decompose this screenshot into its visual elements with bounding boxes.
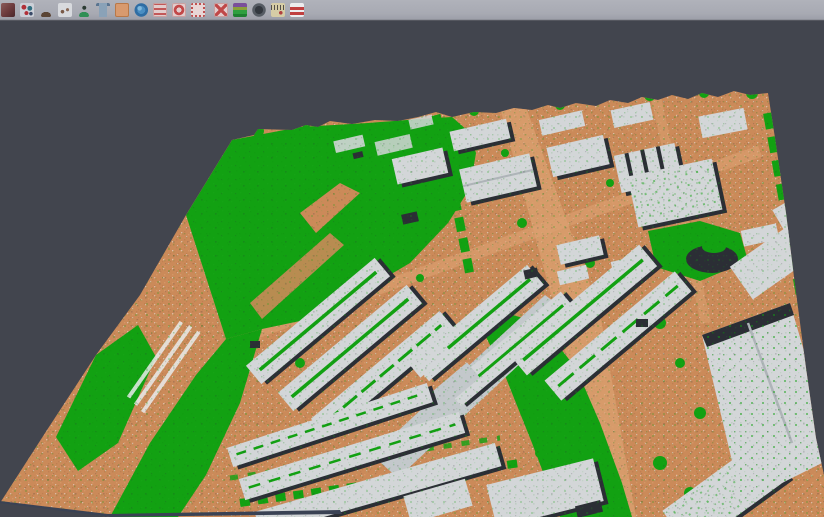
- open-project-icon[interactable]: [1, 3, 15, 17]
- profile-view-icon[interactable]: [96, 3, 110, 17]
- viewport-3d[interactable]: [0, 23, 824, 517]
- camera-view-icon[interactable]: [252, 3, 266, 17]
- target-circle-icon[interactable]: [172, 3, 186, 17]
- sparse-points-icon[interactable]: [58, 3, 72, 17]
- dem-surface-icon[interactable]: [77, 3, 91, 17]
- measure-ticks-icon[interactable]: [271, 3, 285, 17]
- classify-colors-icon[interactable]: [233, 3, 247, 17]
- clip-cross-icon[interactable]: [214, 3, 228, 17]
- point-cloud-icon[interactable]: [20, 3, 34, 17]
- layer-lines-icon[interactable]: [153, 3, 167, 17]
- bounding-box-icon[interactable]: [191, 3, 205, 17]
- scene-canvas[interactable]: [0, 23, 824, 517]
- terrain-mound-icon[interactable]: [39, 3, 53, 17]
- ortho-image-icon[interactable]: [115, 3, 129, 17]
- toolbar: [0, 0, 824, 20]
- globe-3d-icon[interactable]: [134, 3, 148, 17]
- flag-stripes-icon[interactable]: [290, 3, 304, 17]
- terrain-mesh: [0, 83, 824, 517]
